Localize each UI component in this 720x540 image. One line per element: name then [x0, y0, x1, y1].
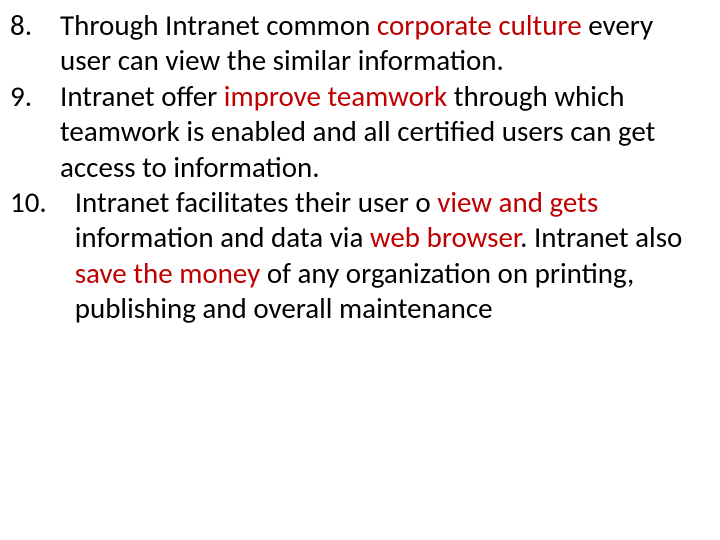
slide-body: 8. Through Intranet common corporate cul… [0, 0, 720, 540]
list-item: 10. Intranet facilitates their user o vi… [10, 185, 700, 327]
item-number: 10. [10, 185, 47, 220]
item-text: Intranet facilitates their user o view a… [47, 185, 700, 327]
item-text: Through Intranet common corporate cultur… [32, 8, 700, 79]
list-item: 8. Through Intranet common corporate cul… [10, 8, 700, 79]
item-number: 8. [10, 8, 32, 43]
item-text: Intranet offer improve teamwork through … [32, 79, 700, 185]
list-item: 9. Intranet offer improve teamwork throu… [10, 79, 700, 185]
item-number: 9. [10, 79, 32, 114]
